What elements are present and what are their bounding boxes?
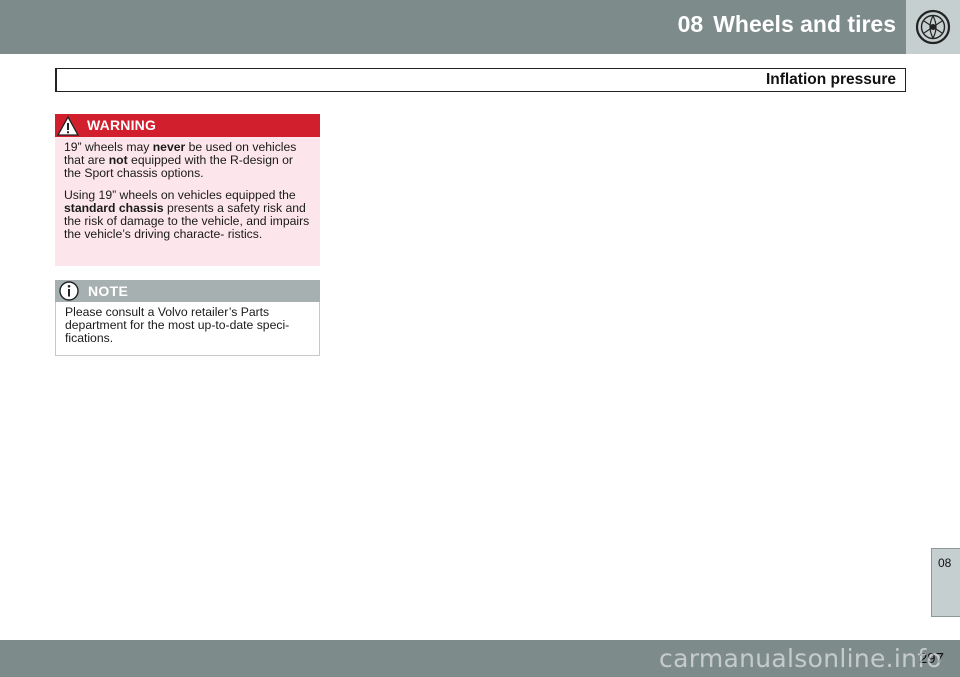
bottom-footer-bar: 297 carmanualsonline.info: [0, 640, 960, 677]
chapter-number: 08: [677, 11, 704, 37]
chapter-title: 08 Wheels and tires: [678, 11, 896, 38]
side-tab-label: 08: [938, 556, 952, 570]
emphasis-never: never: [152, 140, 186, 154]
chapter-side-tab: 08: [931, 548, 960, 617]
top-header-bar: 08 Wheels and tires: [0, 0, 960, 54]
note-paragraph: Please consult a Volvo retailer’s Parts …: [65, 305, 290, 346]
warning-box: WARNING 19” wheels may never be used on …: [55, 114, 320, 266]
text-run: 19” wheels may: [64, 140, 153, 154]
chapter-title-text: Wheels and tires: [713, 11, 896, 37]
warning-triangle-icon: [57, 115, 79, 136]
note-label: NOTE: [88, 283, 129, 299]
note-body: Please consult a Volvo retailer’s Parts …: [56, 302, 319, 346]
emphasis-not: not: [108, 153, 128, 168]
warning-paragraph-2: Using 19” wheels on vehicles equipped th…: [64, 187, 312, 242]
warning-paragraph-1: 19” wheels may never be used on vehicles…: [64, 140, 312, 181]
warning-label: WARNING: [87, 117, 157, 133]
watermark: carmanualsonline.info: [659, 644, 942, 673]
note-box: NOTE Please consult a Volvo retailer’s P…: [55, 280, 320, 356]
note-header: NOTE: [55, 280, 320, 302]
emphasis-standard-chassis: standard chassis: [64, 200, 164, 215]
warning-header: WARNING: [55, 114, 320, 137]
text-run: Using 19” wheels on vehicles equipped th…: [64, 187, 296, 202]
chapter-icon-box: [906, 0, 960, 54]
steering-wheel-icon: [915, 9, 951, 45]
section-header: Inflation pressure: [55, 68, 906, 92]
info-icon: [59, 281, 79, 301]
warning-body: 19” wheels may never be used on vehicles…: [55, 137, 320, 241]
section-title: Inflation pressure: [765, 71, 896, 88]
